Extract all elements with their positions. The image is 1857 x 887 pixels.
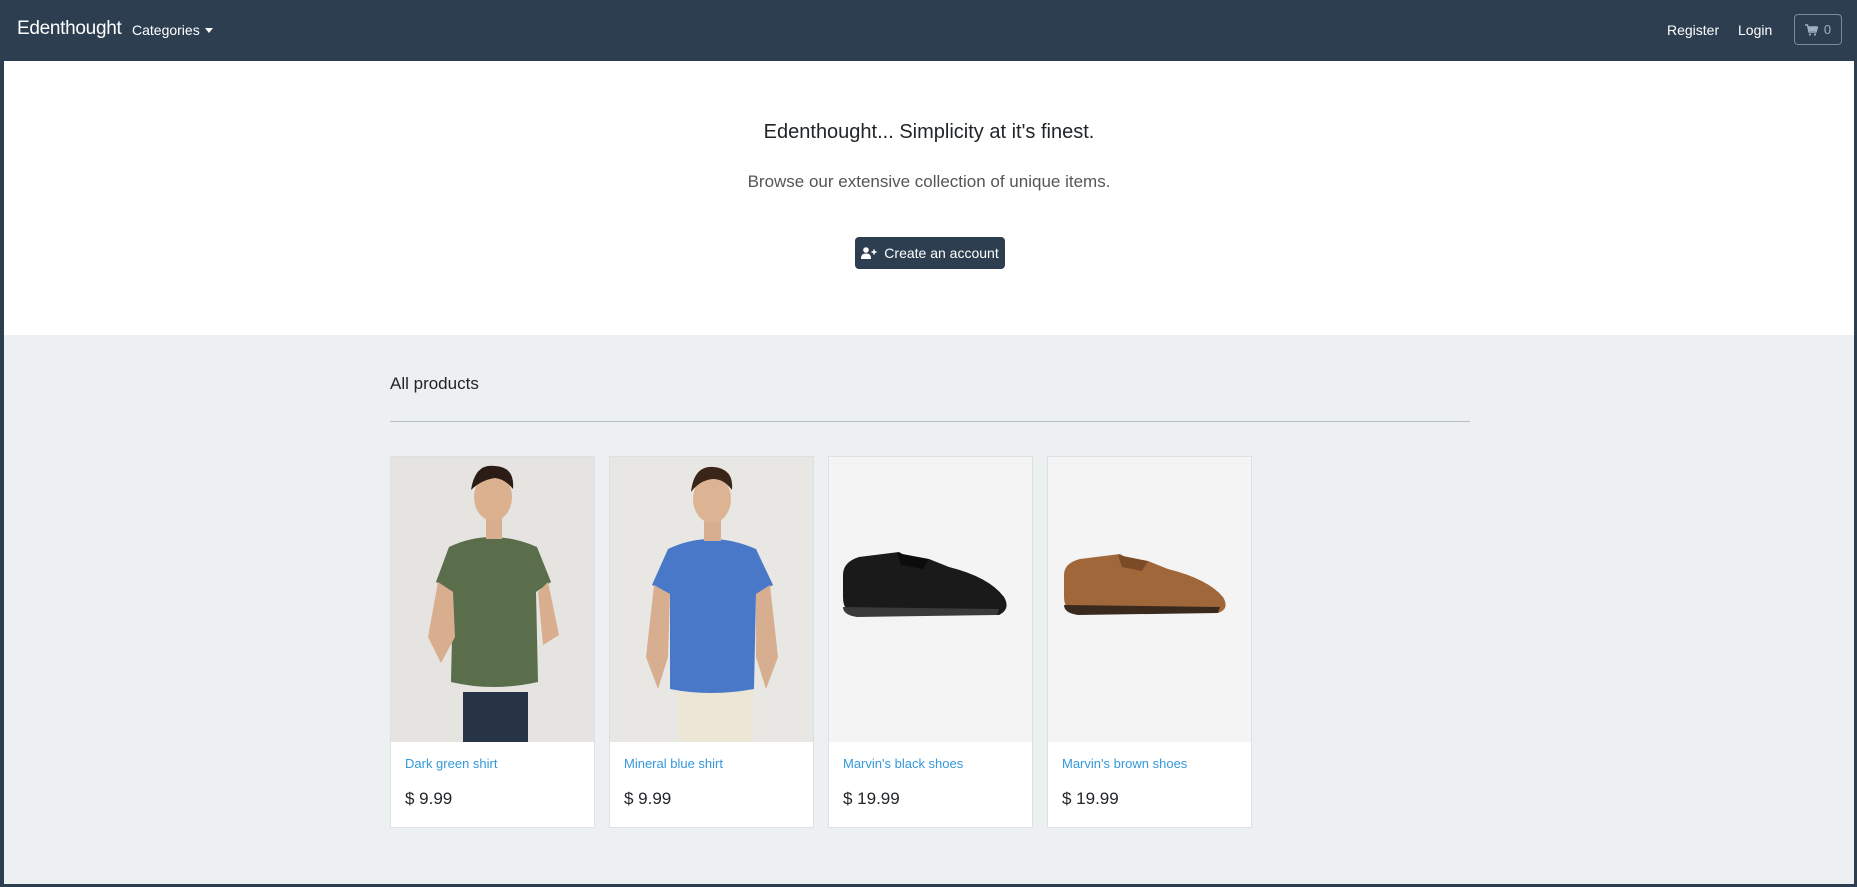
categories-dropdown[interactable]: Categories xyxy=(132,22,213,38)
product-card[interactable]: Dark green shirt $ 9.99 xyxy=(390,456,595,828)
categories-label: Categories xyxy=(132,22,200,38)
product-image[interactable] xyxy=(1048,457,1251,742)
caret-down-icon xyxy=(204,28,213,33)
user-plus-icon xyxy=(861,247,877,259)
product-name[interactable]: Mineral blue shirt xyxy=(624,756,723,771)
create-account-button[interactable]: Create an account xyxy=(855,237,1005,269)
page: Edenthought Categories Register Login 0 … xyxy=(4,0,1854,884)
hero-section: Edenthought... Simplicity at it's finest… xyxy=(4,61,1854,335)
product-name[interactable]: Marvin's black shoes xyxy=(843,756,963,771)
create-account-label: Create an account xyxy=(884,245,999,261)
hero-title: Edenthought... Simplicity at it's finest… xyxy=(763,121,1095,143)
product-name[interactable]: Marvin's brown shoes xyxy=(1062,756,1187,771)
product-price: $ 19.99 xyxy=(1062,789,1119,808)
register-link[interactable]: Register xyxy=(1667,22,1719,38)
product-card[interactable]: Marvin's black shoes $ 19.99 xyxy=(828,456,1033,828)
section-divider xyxy=(390,421,1470,422)
brand-logo[interactable]: Edenthought xyxy=(17,18,122,40)
product-price: $ 9.99 xyxy=(624,789,672,808)
top-navbar: Edenthought Categories Register Login 0 xyxy=(4,0,1854,61)
cart-button[interactable]: 0 xyxy=(1794,14,1842,45)
product-name[interactable]: Dark green shirt xyxy=(405,756,497,771)
section-title: All products xyxy=(390,374,479,393)
product-card[interactable]: Marvin's brown shoes $ 19.99 xyxy=(1047,456,1252,828)
product-image[interactable] xyxy=(829,457,1032,742)
product-image[interactable] xyxy=(391,457,594,742)
product-image[interactable] xyxy=(610,457,813,742)
product-card[interactable]: Mineral blue shirt $ 9.99 xyxy=(609,456,814,828)
hero-subtitle: Browse our extensive collection of uniqu… xyxy=(747,172,1111,191)
cart-count: 0 xyxy=(1823,22,1832,37)
login-link[interactable]: Login xyxy=(1738,22,1772,38)
product-price: $ 9.99 xyxy=(405,789,453,808)
product-price: $ 19.99 xyxy=(843,789,900,808)
shopping-cart-icon xyxy=(1804,23,1818,36)
